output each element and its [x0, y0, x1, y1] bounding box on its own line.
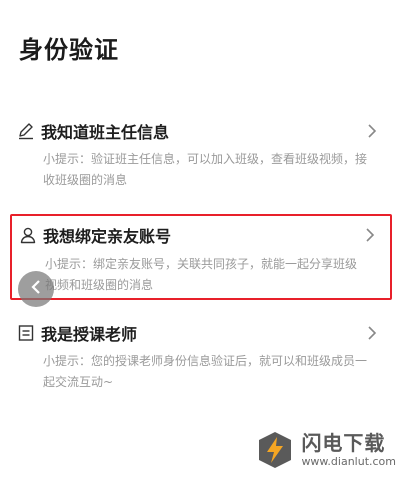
option-i-am-teacher[interactable]: 我是授课老师 小提示：您的授课老师身份信息验证后，就可以和班级成员一起交流互动~ [10, 318, 392, 393]
option-hint: 小提示：验证班主任信息，可以加入班级，查看班级视频，接收班级圈的消息 [43, 152, 368, 187]
option-header: 我想绑定亲友账号 [19, 220, 376, 250]
watermark-url: www.dianlut.com [301, 455, 396, 468]
option-hint: 小提示：您的授课老师身份信息验证后，就可以和班级成员一起交流互动~ [43, 354, 368, 389]
option-label: 我是授课老师 [41, 325, 138, 344]
lightning-logo-icon [255, 430, 295, 470]
option-header: 我知道班主任信息 [17, 116, 378, 146]
page-title: 身份验证 [19, 36, 119, 64]
chevron-right-icon [366, 122, 378, 140]
chevron-left-icon [29, 278, 43, 300]
watermark: 闪电下载 www.dianlut.com [255, 430, 396, 470]
watermark-name: 闪电下载 [301, 431, 386, 455]
chevron-right-icon [364, 226, 376, 244]
pencil-icon [17, 122, 35, 140]
option-label: 我想绑定亲友账号 [43, 227, 172, 246]
back-button[interactable] [18, 271, 54, 307]
option-header: 我是授课老师 [17, 318, 378, 348]
id-card-icon [17, 324, 35, 342]
option-know-head-teacher[interactable]: 我知道班主任信息 小提示：验证班主任信息，可以加入班级，查看班级视频，接收班级圈… [10, 116, 392, 191]
option-bind-family-account[interactable]: 我想绑定亲友账号 小提示：绑定亲友账号，关联共同孩子，就能一起分享班级视频和班级… [10, 214, 392, 300]
option-label: 我知道班主任信息 [41, 123, 170, 142]
option-hint: 小提示：绑定亲友账号，关联共同孩子，就能一起分享班级视频和班级圈的消息 [45, 257, 358, 292]
person-icon [19, 226, 37, 244]
chevron-right-icon [366, 324, 378, 342]
